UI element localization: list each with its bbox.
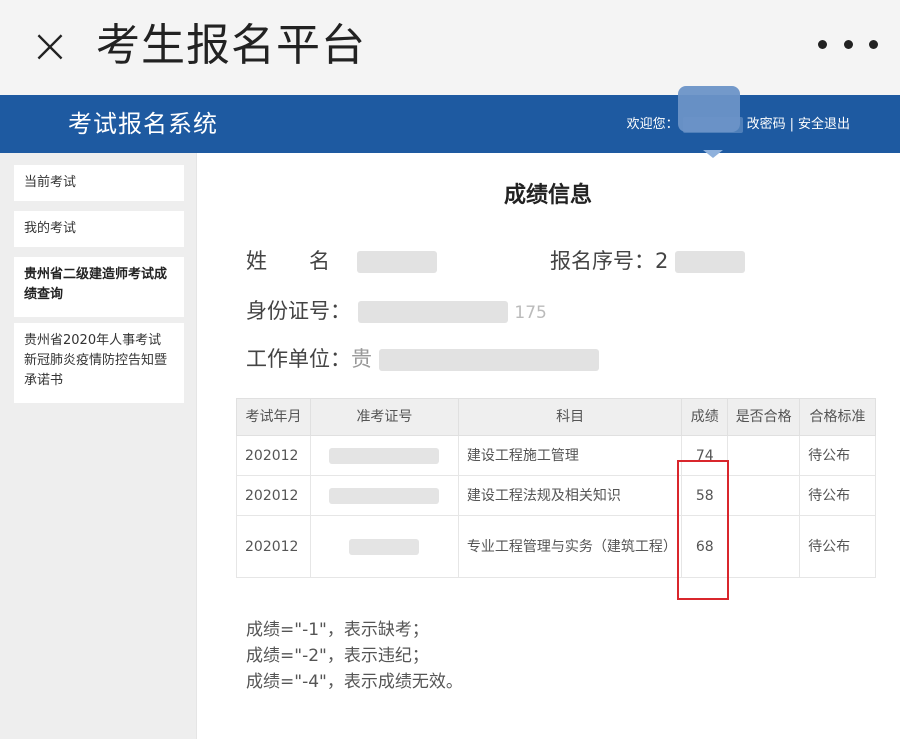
cell-pass [727, 475, 801, 516]
reg-no-label: 报名序号： [550, 249, 655, 273]
score-notes: 成绩="-1"，表示缺考； 成绩="-2"，表示违纪； 成绩="-4"，表示成绩… [246, 617, 463, 695]
separator: | [789, 117, 794, 132]
id-partial: 175 [514, 303, 547, 323]
system-title: 考试报名系统 [68, 110, 218, 138]
work-row: 工作单位：贵 [246, 344, 599, 374]
reg-no-redacted [675, 251, 746, 273]
sidebar-item-label: 我的考试 [24, 221, 77, 236]
divider [196, 153, 197, 739]
id-redacted [357, 301, 508, 323]
work-redacted [378, 349, 599, 371]
close-icon[interactable]: × [22, 18, 78, 74]
page-title: 成绩信息 [503, 183, 592, 208]
sidebar-item-score-query[interactable]: 贵州省二级建造师考试成绩查询 [14, 257, 184, 317]
avatar[interactable] [678, 86, 740, 132]
table-row: 202012 专业工程管理与实务（建筑工程） 68 待公布 [236, 515, 876, 578]
col-score: 成绩 [681, 398, 729, 436]
name-redacted [356, 251, 437, 273]
col-subject: 科目 [457, 398, 683, 436]
work-label: 工作单位： [246, 347, 351, 371]
cell-month: 202012 [236, 515, 311, 578]
sidebar-item-label: 当前考试 [24, 175, 77, 190]
col-pass: 是否合格 [727, 398, 801, 436]
reg-no-row: 报名序号：2 [550, 246, 746, 276]
change-password-link[interactable]: 改密码 [747, 115, 786, 135]
cell-admission-no [309, 435, 459, 476]
app-title: 考生报名平台 [96, 20, 366, 71]
system-header: 考试报名系统 欢迎您： 改密码 | 安全退出 [0, 95, 900, 153]
cell-standard: 待公布 [799, 515, 876, 578]
table-header-row: 考试年月 准考证号 科目 成绩 是否合格 合格标准 [236, 398, 876, 436]
col-standard: 合格标准 [799, 398, 876, 436]
note-line: 成绩="-4"，表示成绩无效。 [246, 672, 463, 692]
note-line: 成绩="-1"，表示缺考； [246, 620, 429, 640]
admission-no-redacted [329, 487, 440, 504]
cell-subject: 专业工程管理与实务（建筑工程） [457, 515, 683, 578]
cell-standard: 待公布 [799, 435, 876, 476]
sidebar: 当前考试 我的考试 贵州省二级建造师考试成绩查询 贵州省2020年人事考试新冠肺… [0, 153, 196, 739]
col-exam-month: 考试年月 [236, 398, 311, 436]
cell-standard: 待公布 [799, 475, 876, 516]
caret-down-icon [703, 150, 723, 158]
more-options-icon[interactable] [818, 34, 878, 54]
dot-icon [869, 39, 878, 49]
table-row: 202012 建设工程法规及相关知识 58 待公布 [236, 475, 876, 516]
dot-icon [843, 39, 853, 49]
sidebar-item-current-exam[interactable]: 当前考试 [14, 165, 184, 201]
table-row: 202012 建设工程施工管理 74 待公布 [236, 435, 876, 476]
app-bar: × 考生报名平台 [0, 0, 900, 95]
score-table: 考试年月 准考证号 科目 成绩 是否合格 合格标准 202012 建设工程施工管… [236, 398, 876, 578]
note-line: 成绩="-2"，表示违纪； [246, 646, 429, 666]
id-row: 身份证号： 175 [246, 296, 547, 328]
cell-admission-no [309, 515, 459, 578]
dot-icon [818, 39, 827, 49]
name-label: 姓 名 [246, 249, 330, 273]
cell-month: 202012 [236, 435, 311, 476]
logout-link[interactable]: 安全退出 [798, 115, 850, 135]
cell-score: 74 [681, 435, 729, 476]
sidebar-item-covid-pledge[interactable]: 贵州省2020年人事考试新冠肺炎疫情防控告知暨承诺书 [14, 323, 184, 403]
cell-score: 68 [681, 515, 729, 578]
col-admission-no: 准考证号 [309, 398, 459, 436]
cell-subject: 建设工程法规及相关知识 [457, 475, 683, 516]
sidebar-item-my-exams[interactable]: 我的考试 [14, 211, 184, 247]
sidebar-item-label: 贵州省二级建造师考试成绩查询 [24, 267, 168, 302]
cell-score: 58 [681, 475, 729, 516]
cell-admission-no [309, 475, 459, 516]
sidebar-item-label: 贵州省2020年人事考试新冠肺炎疫情防控告知暨承诺书 [24, 333, 168, 388]
reg-no-partial: 2 [655, 249, 669, 273]
admission-no-redacted [329, 447, 440, 464]
id-label: 身份证号： [246, 299, 351, 323]
admission-no-redacted [349, 538, 420, 555]
name-row: 姓 名 [246, 246, 437, 276]
welcome-text: 欢迎您： [626, 117, 679, 132]
cell-pass [727, 435, 801, 476]
cell-subject: 建设工程施工管理 [457, 435, 683, 476]
cell-pass [727, 515, 801, 578]
work-partial: 贵 [351, 347, 372, 371]
cell-month: 202012 [236, 475, 311, 516]
